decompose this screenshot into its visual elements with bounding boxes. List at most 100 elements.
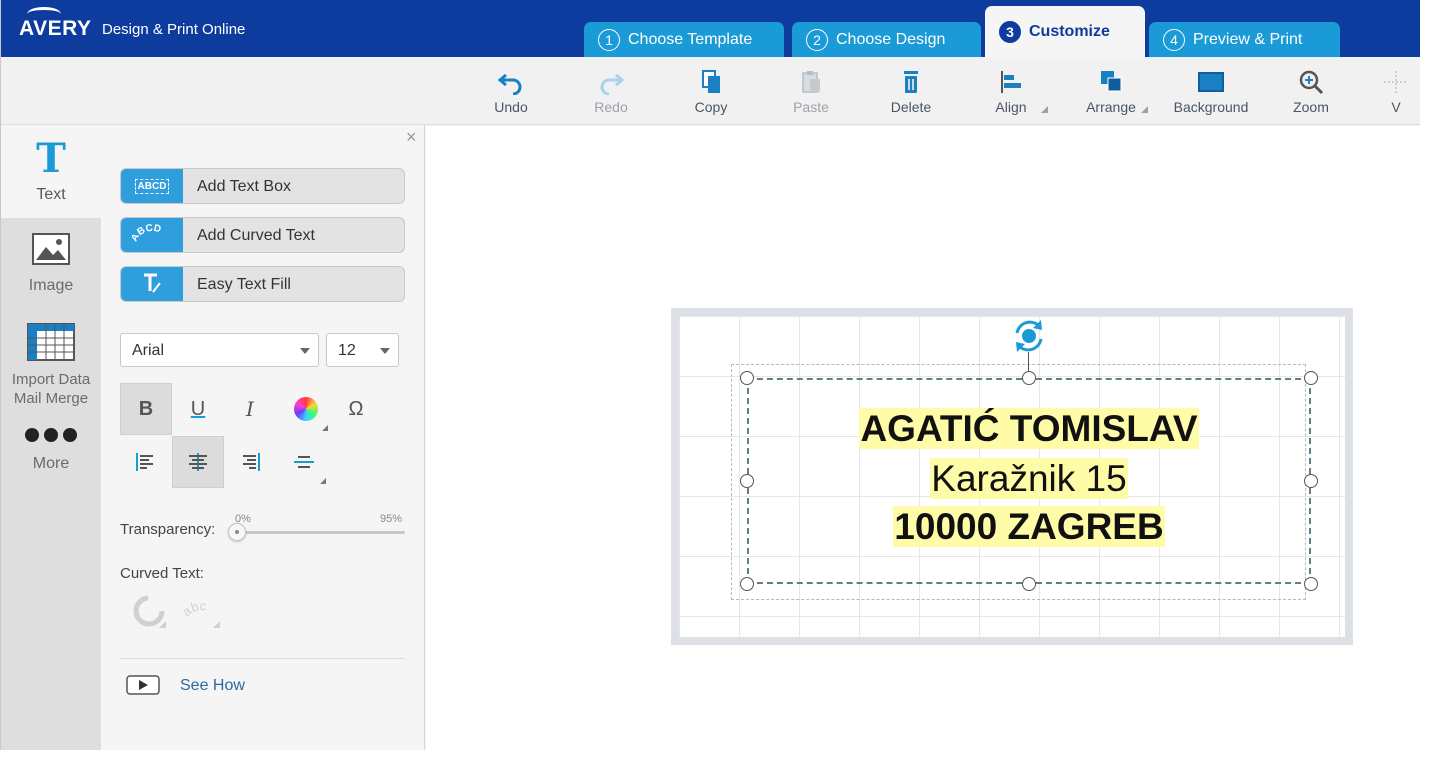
font-size-select[interactable]: 12	[326, 333, 399, 367]
trash-icon	[904, 71, 918, 93]
curve-circle-icon	[133, 595, 166, 628]
resize-handle-bottom-right[interactable]	[1304, 577, 1318, 591]
resize-handle-top[interactable]	[1022, 371, 1036, 385]
rail-item-import-data[interactable]: Import Data Mail Merge	[1, 323, 101, 413]
view-icon	[1384, 71, 1408, 93]
rail-item-label: Text	[36, 186, 66, 203]
resize-handle-bottom-left[interactable]	[740, 577, 754, 591]
step-number: 4	[1163, 28, 1185, 51]
curve-circle-button[interactable]	[131, 593, 171, 633]
curve-text-icon: abc	[179, 598, 220, 628]
resize-handle-top-left[interactable]	[740, 371, 754, 385]
step-label: Choose Template	[628, 30, 753, 48]
omega-icon: Ω	[348, 397, 364, 420]
design-canvas[interactable]: AGATIĆ TOMISLAV Karažnik 15 10000 ZAGREB	[426, 126, 1420, 750]
copy-button[interactable]: Copy	[666, 69, 756, 115]
curve-text-button[interactable]: abc	[179, 593, 225, 633]
vertical-align-button[interactable]	[278, 436, 330, 488]
rail-item-label: More	[32, 455, 70, 472]
special-characters-button[interactable]: Ω	[330, 383, 382, 435]
address-line-city[interactable]: 10000 ZAGREB	[749, 506, 1309, 548]
paste-button[interactable]: Paste	[766, 69, 856, 115]
easy-text-fill-label: Easy Text Fill	[197, 276, 291, 293]
transparency-slider-track[interactable]	[236, 531, 405, 534]
see-how-link[interactable]: See How	[180, 677, 245, 695]
dropdown-corner-icon	[322, 425, 328, 431]
step-number: 3	[999, 20, 1021, 43]
align-right-icon	[243, 453, 260, 471]
view-button[interactable]: V	[1366, 69, 1420, 115]
add-text-box-button[interactable]: ABCD Add Text Box	[120, 168, 405, 204]
add-curved-text-label: Add Curved Text	[197, 227, 315, 244]
delete-label: Delete	[890, 99, 932, 115]
text-icon: T	[36, 135, 66, 182]
step-choose-design[interactable]: 2 Choose Design	[792, 22, 981, 57]
dropdown-corner-icon	[1141, 106, 1148, 113]
paste-label: Paste	[793, 99, 829, 115]
easy-text-fill-button[interactable]: Easy Text Fill	[120, 266, 405, 302]
align-right-button[interactable]	[224, 436, 276, 488]
add-curved-text-button[interactable]: ABCD Add Curved Text	[120, 217, 405, 253]
resize-handle-top-right[interactable]	[1304, 371, 1318, 385]
rail-item-label: Mail Merge	[13, 390, 89, 407]
zoom-label: Zoom	[1293, 99, 1329, 115]
redo-button[interactable]: Redo	[566, 69, 656, 115]
undo-button[interactable]: Undo	[466, 69, 556, 115]
italic-button[interactable]: I	[224, 383, 276, 435]
step-number: 1	[598, 28, 620, 51]
svg-text:ABCD: ABCD	[132, 223, 162, 243]
rail-item-text[interactable]: T Text	[1, 125, 101, 218]
rail-item-label: Import Data	[11, 371, 91, 388]
chevron-down-icon	[380, 348, 390, 354]
background-button[interactable]: Background	[1166, 69, 1256, 115]
rail-item-more[interactable]: More	[1, 428, 101, 478]
avery-logo[interactable]: AVERY	[19, 17, 92, 41]
arrange-button[interactable]: Arrange	[1066, 69, 1156, 115]
undo-label: Undo	[494, 99, 528, 115]
zoom-button[interactable]: Zoom	[1266, 69, 1356, 115]
close-icon[interactable]: ×	[406, 127, 417, 148]
align-button[interactable]: Align	[966, 69, 1056, 115]
font-size-value: 12	[338, 342, 356, 359]
dropdown-corner-icon	[1041, 106, 1048, 113]
video-play-icon[interactable]	[126, 675, 160, 700]
rotate-icon	[1015, 320, 1043, 352]
rail-item-image[interactable]: Image	[1, 233, 101, 303]
dropdown-corner-icon	[320, 478, 326, 484]
delete-button[interactable]: Delete	[866, 69, 956, 115]
font-family-value: Arial	[132, 342, 165, 359]
redo-icon	[600, 73, 625, 95]
bold-button[interactable]: B	[120, 383, 172, 435]
text-panel: × ABCD Add Text Box ABCD Add Curved Text…	[101, 125, 425, 750]
address-line-name[interactable]: AGATIĆ TOMISLAV	[749, 408, 1309, 450]
transparency-slider-handle[interactable]	[228, 523, 246, 541]
rail-item-label: Image	[28, 277, 74, 294]
step-label: Choose Design	[836, 30, 946, 48]
app-name: Design & Print Online	[102, 21, 246, 38]
paste-icon	[802, 71, 820, 93]
rotate-handle[interactable]	[1009, 316, 1049, 356]
undo-icon	[497, 73, 522, 95]
address-line-street[interactable]: Karažnik 15	[749, 458, 1309, 500]
align-center-button[interactable]	[172, 436, 224, 488]
underline-icon: U	[190, 397, 206, 420]
font-family-select[interactable]: Arial	[120, 333, 319, 367]
background-icon	[1198, 72, 1224, 92]
step-choose-template[interactable]: 1 Choose Template	[584, 22, 784, 57]
spreadsheet-icon	[27, 323, 75, 361]
step-preview-print[interactable]: 4 Preview & Print	[1149, 22, 1340, 57]
underline-button[interactable]: U	[172, 383, 224, 435]
text-box-icon: ABCD	[121, 169, 183, 203]
align-left-icon	[136, 453, 153, 471]
align-left-button[interactable]	[120, 436, 172, 488]
step-customize[interactable]: 3 Customize	[985, 6, 1145, 57]
step-number: 2	[806, 28, 828, 51]
redo-label: Redo	[594, 99, 628, 115]
vertical-align-icon	[294, 456, 314, 468]
add-text-box-label: Add Text Box	[197, 178, 291, 195]
text-color-button[interactable]	[280, 383, 332, 435]
italic-icon: I	[246, 397, 254, 421]
panel-divider	[120, 658, 405, 659]
align-center-icon	[189, 453, 207, 471]
resize-handle-bottom[interactable]	[1022, 577, 1036, 591]
